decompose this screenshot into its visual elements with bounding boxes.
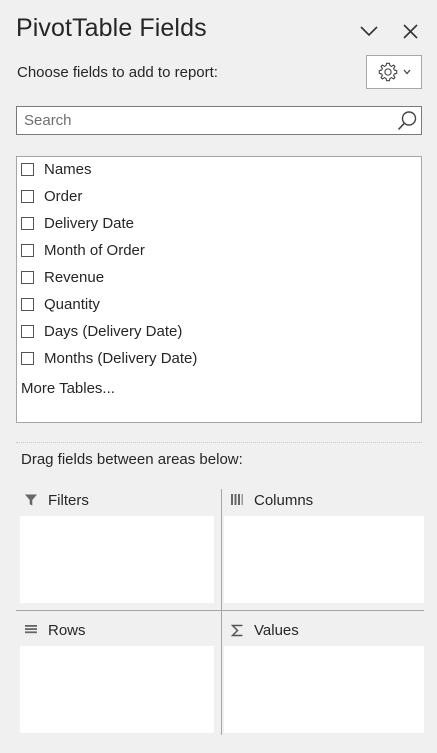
filters-area-label: Filters (48, 491, 89, 509)
close-pane-button[interactable] (397, 18, 423, 44)
columns-area-header: Columns (229, 490, 313, 510)
pane-title: PivotTable Fields (16, 14, 207, 42)
area-vertical-divider[interactable] (221, 489, 222, 735)
values-drop-area[interactable] (224, 646, 424, 733)
field-checkbox[interactable] (21, 216, 34, 230)
field-label: Order (44, 187, 83, 205)
field-checkbox[interactable] (21, 297, 34, 311)
rows-icon (25, 625, 37, 634)
search-icon[interactable] (396, 110, 418, 132)
choose-fields-label: Choose fields to add to report: (17, 64, 218, 81)
field-label: Revenue (44, 268, 105, 286)
field-item-month-of-order[interactable]: Month of Order (21, 239, 145, 261)
more-tables-link[interactable]: More Tables... (21, 380, 115, 397)
filter-icon (25, 494, 37, 506)
field-item-quantity[interactable]: Quantity (21, 293, 100, 315)
columns-area-label: Columns (254, 491, 314, 509)
rows-area-header: Rows (23, 620, 86, 640)
values-area-label: Values (254, 621, 299, 639)
field-item-days-delivery-date[interactable]: Days (Delivery Date) (21, 320, 182, 342)
field-checkbox[interactable] (21, 270, 34, 284)
tools-settings-button[interactable] (366, 55, 422, 89)
columns-drop-area[interactable] (224, 516, 424, 603)
field-checkbox[interactable] (21, 351, 34, 365)
columns-icon (231, 494, 243, 505)
close-icon (402, 23, 418, 39)
field-label: Month of Order (44, 241, 145, 259)
field-item-names[interactable]: Names (21, 158, 92, 180)
search-box (16, 106, 422, 135)
area-horizontal-divider[interactable] (16, 610, 424, 611)
field-checkbox[interactable] (21, 162, 34, 176)
field-label: Quantity (44, 295, 100, 313)
gear-icon (378, 62, 398, 82)
field-item-order[interactable]: Order (21, 185, 82, 207)
field-label: Days (Delivery Date) (44, 322, 183, 340)
filters-drop-area[interactable] (20, 516, 214, 603)
collapse-pane-button[interactable] (356, 18, 382, 44)
search-input[interactable] (17, 107, 387, 134)
field-item-delivery-date[interactable]: Delivery Date (21, 212, 134, 234)
dropdown-arrow-icon (403, 69, 411, 75)
filters-area-header: Filters (23, 490, 89, 510)
field-item-revenue[interactable]: Revenue (21, 266, 104, 288)
rows-area-label: Rows (48, 621, 86, 639)
section-divider (16, 442, 422, 443)
drag-fields-label: Drag fields between areas below: (21, 451, 243, 468)
field-checkbox[interactable] (21, 189, 34, 203)
field-checkbox[interactable] (21, 324, 34, 338)
values-area-header: Values (229, 620, 299, 640)
field-label: Delivery Date (44, 214, 135, 232)
field-label: Months (Delivery Date) (44, 349, 198, 367)
rows-drop-area[interactable] (20, 646, 214, 733)
field-checkbox[interactable] (21, 243, 34, 257)
field-list[interactable]: Names Order Delivery Date Month of Order… (16, 156, 422, 423)
field-label: Names (44, 160, 92, 178)
chevron-down-icon (360, 26, 378, 37)
sigma-icon (230, 624, 242, 636)
field-item-months-delivery-date[interactable]: Months (Delivery Date) (21, 347, 197, 369)
